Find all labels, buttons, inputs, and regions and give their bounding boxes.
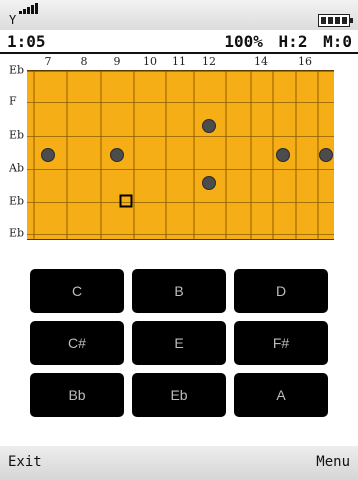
exit-softkey[interactable]: Exit: [8, 454, 42, 470]
note-button[interactable]: D: [234, 269, 328, 313]
percent-score: 100%: [224, 32, 263, 51]
string-label: Eb: [9, 226, 25, 240]
string-label: Eb: [9, 128, 25, 142]
note-button[interactable]: B: [132, 269, 226, 313]
fret-number: 9: [113, 55, 121, 68]
fretboard[interactable]: [27, 70, 334, 240]
game-info-bar: 1:05 100% H:2 M:0: [0, 30, 358, 54]
menu-softkey[interactable]: Menu: [316, 454, 350, 470]
string-label: F: [9, 94, 17, 108]
timer: 1:05: [7, 32, 46, 51]
string-label: Eb: [9, 63, 25, 77]
fret-number: 11: [172, 55, 186, 68]
position-marker-dot: [319, 148, 333, 162]
misses-count: M:0: [323, 32, 352, 51]
fret-wire: [133, 71, 135, 239]
guitar-string: [27, 136, 334, 137]
fret-number: 14: [254, 55, 268, 68]
fret-number: 16: [298, 55, 312, 68]
battery-icon: [318, 14, 353, 27]
status-bar: Y: [0, 0, 358, 30]
note-button[interactable]: C#: [30, 321, 124, 365]
guitar-string: [27, 71, 334, 72]
fret-wire: [225, 71, 227, 239]
softkey-bar: Exit Menu: [0, 446, 358, 480]
guitar-string: [27, 169, 334, 170]
fret-number: 12: [202, 55, 216, 68]
note-button[interactable]: F#: [234, 321, 328, 365]
fret-wire: [165, 71, 167, 239]
string-label: Eb: [9, 194, 25, 208]
fret-number-row: 7 8 9 10 11 12 14 16: [0, 53, 358, 69]
fret-wire: [193, 71, 195, 239]
string-label: Ab: [9, 161, 24, 175]
score-stats: 100% H:2 M:0: [218, 32, 352, 51]
note-button[interactable]: Bb: [30, 373, 124, 417]
fret-wire: [100, 71, 102, 239]
guitar-string: [27, 234, 334, 235]
note-button[interactable]: Eb: [132, 373, 226, 417]
fret-number: 10: [143, 55, 157, 68]
guitar-string: [27, 202, 334, 203]
fret-wire: [295, 71, 297, 239]
guitar-string: [27, 102, 334, 103]
hits-count: H:2: [278, 32, 308, 51]
position-marker-dot: [202, 176, 216, 190]
note-button[interactable]: A: [234, 373, 328, 417]
fret-wire: [272, 71, 274, 239]
fret-number: 8: [80, 55, 88, 68]
position-marker-dot: [110, 148, 124, 162]
fret-wire: [33, 71, 35, 239]
position-marker-dot: [202, 119, 216, 133]
position-marker-dot: [41, 148, 55, 162]
fret-wire: [250, 71, 252, 239]
note-button[interactable]: E: [132, 321, 226, 365]
fret-number: 7: [44, 55, 52, 68]
selection-cursor[interactable]: [119, 194, 133, 208]
note-button[interactable]: C: [30, 269, 124, 313]
position-marker-dot: [276, 148, 290, 162]
fret-wire: [66, 71, 68, 239]
